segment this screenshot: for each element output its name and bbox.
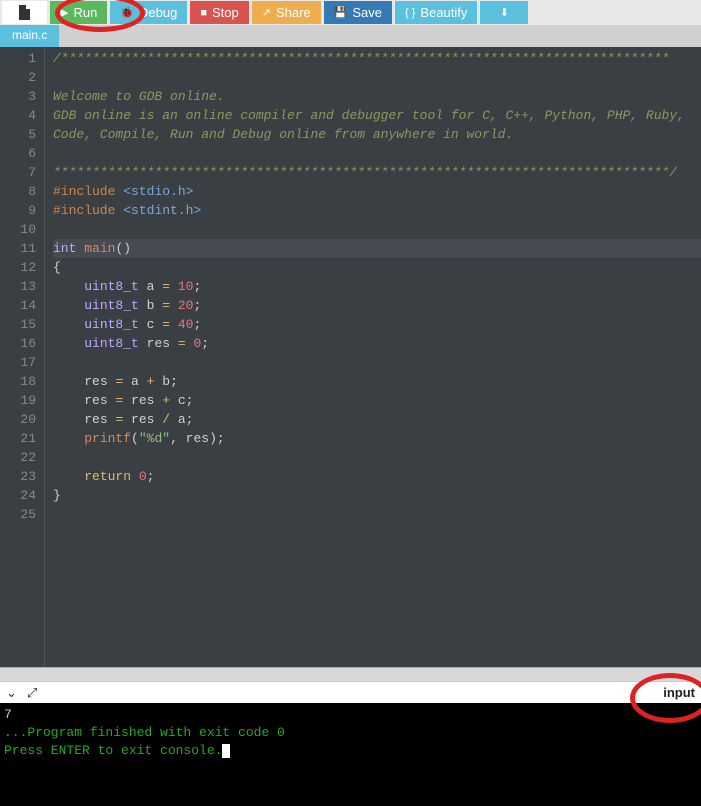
save-label: Save — [352, 5, 382, 20]
braces-icon: { } — [405, 7, 415, 19]
bug-icon: 🐞 — [120, 6, 134, 19]
share-button[interactable]: ↗ Share — [252, 1, 321, 24]
program-output: 7 — [4, 706, 697, 724]
stop-icon: ■ — [200, 7, 207, 19]
expand-icon[interactable]: ⤢ — [27, 685, 37, 701]
horizontal-scrollbar[interactable] — [0, 667, 701, 681]
play-icon: ▶ — [60, 6, 68, 19]
toolbar: ▶ Run 🐞 Debug ■ Stop ↗ Share 💾 Save { } Beauti… — [0, 0, 701, 25]
beautify-button[interactable]: { } Beautify — [395, 1, 477, 24]
console-cursor — [222, 744, 230, 758]
download-button[interactable]: ⬇ — [480, 1, 528, 24]
debug-label: Debug — [139, 5, 177, 20]
run-button[interactable]: ▶ Run — [50, 1, 107, 24]
download-icon: ⬇ — [500, 6, 509, 19]
stop-label: Stop — [212, 5, 239, 20]
console-finished: ...Program finished with exit code 0 — [4, 724, 697, 742]
save-button[interactable]: 💾 Save — [324, 1, 392, 24]
console-prompt: Press ENTER to exit console. — [4, 742, 697, 760]
file-tabs: main.c — [0, 25, 701, 47]
console-header: ⌄ ⤢ input — [0, 681, 701, 703]
run-label: Run — [73, 5, 97, 20]
save-icon: 💾 — [334, 6, 348, 19]
share-icon: ↗ — [262, 6, 271, 19]
beautify-label: Beautify — [420, 5, 467, 20]
new-file-icon[interactable] — [2, 1, 47, 24]
share-label: Share — [276, 5, 311, 20]
chevron-down-icon[interactable]: ⌄ — [6, 685, 17, 701]
line-gutter: 1234567891011121314151617181920212223242… — [0, 47, 45, 667]
tab-main-c[interactable]: main.c — [0, 25, 59, 47]
code-area[interactable]: /***************************************… — [45, 47, 701, 667]
console-output[interactable]: 7 ...Program finished with exit code 0 P… — [0, 703, 701, 806]
code-editor[interactable]: 1234567891011121314151617181920212223242… — [0, 47, 701, 667]
input-tab[interactable]: input — [663, 685, 695, 700]
stop-button[interactable]: ■ Stop — [190, 1, 248, 24]
debug-button[interactable]: 🐞 Debug — [110, 1, 187, 24]
